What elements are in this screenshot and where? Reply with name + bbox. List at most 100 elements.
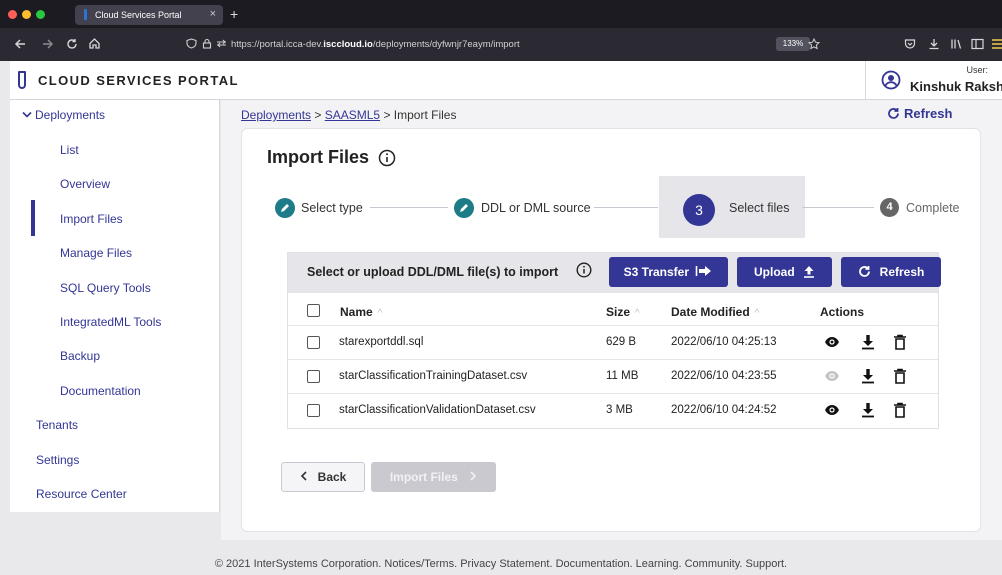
delete-trash-icon[interactable] xyxy=(892,402,908,418)
sidebar-item-sql-query-tools[interactable]: SQL Query Tools xyxy=(60,281,151,295)
active-item-indicator xyxy=(31,200,35,236)
row-checkbox[interactable] xyxy=(307,370,320,383)
preview-eye-icon-disabled xyxy=(825,371,839,381)
sidebar-item-manage-files[interactable]: Manage Files xyxy=(60,246,132,260)
preview-eye-icon[interactable] xyxy=(824,334,840,350)
step-connector xyxy=(802,207,874,208)
step-label-select-files: Select files xyxy=(729,201,790,215)
breadcrumb-separator: > xyxy=(383,108,391,122)
select-all-checkbox[interactable] xyxy=(307,304,320,317)
favicon-icon xyxy=(84,9,87,20)
download-icon[interactable] xyxy=(928,38,940,50)
breadcrumb-deployment-link[interactable]: SAASML5 xyxy=(325,108,380,122)
upload-icon xyxy=(804,266,814,278)
download-icon[interactable] xyxy=(860,334,876,350)
sidebar-item-documentation[interactable]: Documentation xyxy=(60,384,141,398)
zoom-indicator[interactable]: 133% xyxy=(776,37,810,51)
step-complete-check-icon xyxy=(454,198,474,218)
panel-title: Select or upload DDL/DML file(s) to impo… xyxy=(307,265,559,279)
breadcrumb-separator: > xyxy=(314,108,322,122)
portal-logo-icon xyxy=(18,71,26,89)
chevron-down-icon xyxy=(22,111,32,118)
back-button[interactable]: Back xyxy=(281,462,365,492)
s3-transfer-button[interactable]: S3 Transfer xyxy=(609,257,728,287)
user-avatar-icon xyxy=(881,70,901,90)
breadcrumb: Deployments > SAASML5 > Import Files xyxy=(241,108,456,122)
file-size: 11 MB xyxy=(606,370,639,382)
lock-icon xyxy=(202,38,212,49)
step-complete-check-icon xyxy=(275,198,295,218)
forward-arrow-icon[interactable] xyxy=(42,38,54,50)
new-tab-button[interactable]: + xyxy=(230,6,238,22)
delete-trash-icon[interactable] xyxy=(892,368,908,384)
download-icon[interactable] xyxy=(860,368,876,384)
transfer-arrow-icon xyxy=(696,266,712,276)
user-menu[interactable]: User: Kinshuk Rakshith xyxy=(865,61,1002,100)
brand-title: CLOUD SERVICES PORTAL xyxy=(38,73,239,88)
user-name: Kinshuk Rakshith xyxy=(910,79,1002,94)
row-checkbox[interactable] xyxy=(307,404,320,417)
panel-refresh-label: Refresh xyxy=(879,265,925,279)
column-header-name[interactable]: Name ^ xyxy=(340,305,382,319)
row-checkbox[interactable] xyxy=(307,336,320,349)
sidebar-toggle-icon[interactable] xyxy=(971,38,984,50)
sidebar-item-resource-center[interactable]: Resource Center xyxy=(36,487,127,501)
app-header: CLOUD SERVICES PORTAL User: Kinshuk Raks… xyxy=(10,61,1002,100)
browser-tab[interactable]: Cloud Services Portal × xyxy=(75,5,223,25)
sidebar-item-deployments[interactable]: Deployments xyxy=(22,108,105,122)
home-icon[interactable] xyxy=(88,37,101,50)
chevron-left-icon xyxy=(300,471,307,481)
breadcrumb-deployments-link[interactable]: Deployments xyxy=(241,108,311,122)
pocket-icon[interactable] xyxy=(904,38,916,50)
column-header-date[interactable]: Date Modified ^ xyxy=(671,305,759,319)
step-label-source: DDL or DML source xyxy=(481,201,591,215)
url-text: https://portal.icca-dev.isccloud.io/depl… xyxy=(231,39,520,50)
file-name[interactable]: starClassificationTrainingDataset.csv xyxy=(339,370,527,382)
file-size: 3 MB xyxy=(606,404,633,416)
download-icon[interactable] xyxy=(860,402,876,418)
sidebar-item-import-files[interactable]: Import Files xyxy=(60,212,123,226)
sidebar-item-backup[interactable]: Backup xyxy=(60,349,100,363)
file-name[interactable]: starClassificationValidationDataset.csv xyxy=(339,404,536,416)
sidebar-item-overview[interactable]: Overview xyxy=(60,177,110,191)
browser-nav-bar: https://portal.icca-dev.isccloud.io/depl… xyxy=(0,28,1002,61)
page-footer: © 2021 InterSystems Corporation. Notices… xyxy=(214,558,788,570)
preview-eye-icon[interactable] xyxy=(824,402,840,418)
step-label-select-type: Select type xyxy=(301,201,363,215)
sort-arrow-icon: ^ xyxy=(754,308,760,319)
sidebar-item-integratedml-tools[interactable]: IntegratedML Tools xyxy=(60,315,161,329)
menu-icon[interactable] xyxy=(992,38,1002,50)
window-minimize-dot[interactable] xyxy=(22,10,31,19)
delete-trash-icon[interactable] xyxy=(892,334,908,350)
column-header-size[interactable]: Size ^ xyxy=(606,305,640,319)
upload-button[interactable]: Upload xyxy=(737,257,832,287)
back-arrow-icon[interactable] xyxy=(14,38,26,50)
file-date: 2022/06/10 04:23:55 xyxy=(671,370,777,382)
file-date: 2022/06/10 04:25:13 xyxy=(671,336,777,348)
browser-tab-bar: Cloud Services Portal × + xyxy=(0,0,1002,28)
sidebar-item-settings[interactable]: Settings xyxy=(36,453,79,467)
reload-icon[interactable] xyxy=(66,38,78,50)
import-files-button[interactable]: Import Files xyxy=(371,462,496,492)
tab-close-icon[interactable]: × xyxy=(210,8,216,20)
file-name[interactable]: starexportddl.sql xyxy=(339,336,423,348)
bookmark-star-icon[interactable] xyxy=(808,38,820,50)
file-size: 629 B xyxy=(606,336,637,348)
sidebar-item-tenants[interactable]: Tenants xyxy=(36,418,78,432)
sidebar-item-list[interactable]: List xyxy=(60,143,79,157)
step-number-pending: 4 xyxy=(880,198,899,217)
step-connector xyxy=(370,207,448,208)
info-icon[interactable] xyxy=(378,149,396,167)
refresh-icon xyxy=(858,266,870,277)
window-close-dot[interactable] xyxy=(8,10,17,19)
import-label: Import Files xyxy=(389,470,458,484)
step-number-active: 3 xyxy=(683,194,715,226)
info-icon[interactable] xyxy=(576,262,592,278)
sort-arrow-icon: ^ xyxy=(635,308,640,319)
library-icon[interactable] xyxy=(950,38,962,50)
user-label: User: xyxy=(966,65,988,75)
address-bar[interactable]: https://portal.icca-dev.isccloud.io/depl… xyxy=(186,33,820,56)
header-refresh-button[interactable]: Refresh xyxy=(887,106,952,121)
panel-refresh-button[interactable]: Refresh xyxy=(841,257,941,287)
window-zoom-dot[interactable] xyxy=(36,10,45,19)
